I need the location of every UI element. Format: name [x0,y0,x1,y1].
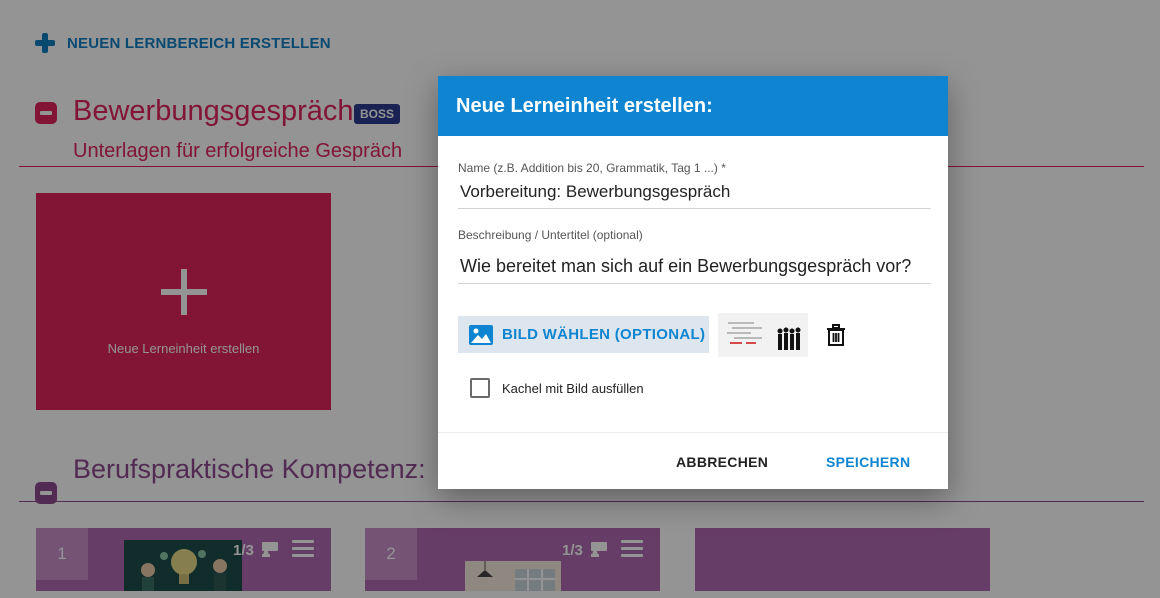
image-preview [718,313,808,357]
fill-tile-checkbox[interactable] [470,378,490,398]
dialog-footer-divider [438,432,948,433]
create-learning-unit-dialog: Neue Lerneinheit erstellen: Name (z.B. A… [438,76,948,489]
description-field-label: Beschreibung / Untertitel (optional) [458,228,643,242]
name-input[interactable] [458,182,931,209]
dialog-title: Neue Lerneinheit erstellen: [456,95,713,117]
image-icon [469,324,493,345]
cancel-button[interactable]: ABBRECHEN [676,454,768,470]
name-field-label: Name (z.B. Addition bis 20, Grammatik, T… [458,161,726,175]
fill-tile-label: Kachel mit Bild ausfüllen [502,381,644,396]
choose-image-button[interactable]: BILD WÄHLEN (OPTIONAL) [458,316,709,353]
dialog-header: Neue Lerneinheit erstellen: [438,76,948,136]
save-button[interactable]: SPEICHERN [826,454,910,470]
description-input[interactable] [458,256,931,284]
choose-image-label: BILD WÄHLEN (OPTIONAL) [502,326,706,343]
trash-icon[interactable] [826,324,846,346]
image-preview-graphic [718,313,808,357]
